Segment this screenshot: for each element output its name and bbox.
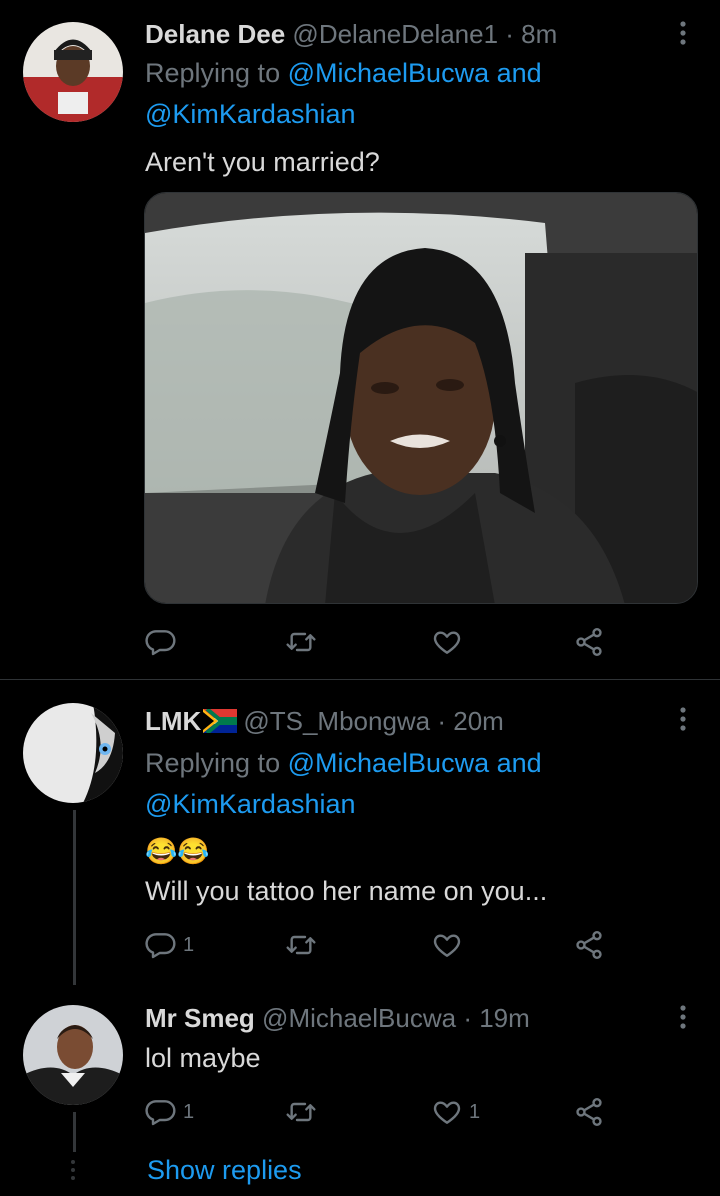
- like-button[interactable]: 1: [431, 1092, 480, 1132]
- more-options-icon[interactable]: [673, 1002, 693, 1032]
- timestamp[interactable]: · 19m: [463, 1003, 529, 1033]
- retweet-button[interactable]: [285, 925, 323, 965]
- tweet-header: LMK @TS_Mbongwa · 20m: [145, 704, 504, 738]
- tweet-divider: [0, 679, 720, 680]
- mention-link[interactable]: @KimKardashian: [145, 99, 356, 129]
- share-icon: [576, 628, 602, 656]
- south-africa-flag-icon: [203, 709, 238, 733]
- like-count: 1: [469, 1100, 481, 1123]
- tweet-actions: 1 1: [145, 1092, 620, 1132]
- reply-count: 1: [183, 1100, 195, 1123]
- reply-icon: [145, 630, 176, 656]
- show-replies-link[interactable]: Show replies: [147, 1152, 302, 1188]
- heart-icon: [433, 1101, 461, 1124]
- replying-prefix: Replying to: [145, 58, 288, 88]
- thread-line: [73, 1112, 76, 1152]
- retweet-icon: [286, 1102, 316, 1122]
- share-button[interactable]: [573, 925, 605, 965]
- heart-icon: [433, 934, 461, 957]
- reply-count: 1: [183, 933, 195, 956]
- emoji-text: 😂😂: [145, 836, 210, 866]
- share-button[interactable]: [573, 1092, 605, 1132]
- avatar[interactable]: [23, 1005, 123, 1105]
- like-button[interactable]: [431, 622, 469, 662]
- replying-prefix: Replying to: [145, 748, 288, 778]
- retweet-button[interactable]: [285, 622, 323, 662]
- tweet-media[interactable]: [144, 192, 698, 604]
- avatar-image: [23, 1005, 123, 1105]
- tweet-header: Mr Smeg @MichaelBucwa · 19m: [145, 1001, 530, 1035]
- reply-icon: [145, 933, 176, 959]
- tweet-text: Will you tattoo her name on you...: [145, 876, 548, 906]
- display-name[interactable]: Delane Dee: [145, 19, 285, 49]
- timestamp[interactable]: · 8m: [505, 19, 557, 49]
- avatar[interactable]: [23, 22, 123, 122]
- and-text: and: [489, 58, 542, 88]
- reply-icon: [145, 1100, 176, 1126]
- reply-button[interactable]: 1: [145, 1092, 194, 1132]
- thread-dots-icon: [71, 1160, 75, 1180]
- tweet-text: lol maybe: [145, 1043, 261, 1073]
- mention-link[interactable]: @MichaelBucwa: [288, 58, 490, 88]
- heart-icon: [433, 631, 461, 654]
- share-icon: [576, 931, 602, 959]
- retweet-icon: [286, 935, 316, 955]
- media-image: [145, 193, 697, 603]
- thread-line: [73, 810, 76, 985]
- share-icon: [576, 1098, 602, 1126]
- display-name[interactable]: LMK: [145, 706, 201, 736]
- handle[interactable]: @MichaelBucwa: [262, 1003, 456, 1033]
- tweet-text: Aren't you married?: [145, 147, 380, 177]
- handle[interactable]: @TS_Mbongwa: [243, 706, 430, 736]
- more-options-icon[interactable]: [673, 18, 693, 48]
- reply-button[interactable]: 1: [145, 925, 194, 965]
- retweet-icon: [286, 632, 316, 652]
- like-button[interactable]: [431, 925, 469, 965]
- tweet-header: Delane Dee @DelaneDelane1 · 8m: [145, 17, 557, 51]
- tweet-actions: 1: [145, 925, 620, 965]
- replying-to: Replying to @MichaelBucwa and @KimKardash…: [145, 743, 665, 825]
- retweet-button[interactable]: [285, 1092, 323, 1132]
- tweet-actions: [145, 622, 620, 662]
- avatar[interactable]: [23, 703, 123, 803]
- mention-link[interactable]: @MichaelBucwa: [288, 748, 490, 778]
- display-name[interactable]: Mr Smeg: [145, 1003, 255, 1033]
- more-options-icon[interactable]: [673, 704, 693, 734]
- handle[interactable]: @DelaneDelane1: [292, 19, 498, 49]
- reply-button[interactable]: [145, 622, 183, 662]
- share-button[interactable]: [573, 622, 605, 662]
- mention-link[interactable]: @KimKardashian: [145, 789, 356, 819]
- timestamp[interactable]: · 20m: [437, 706, 503, 736]
- and-text: and: [489, 748, 542, 778]
- replying-to: Replying to @MichaelBucwa and @KimKardash…: [145, 53, 665, 135]
- avatar-image: [23, 22, 123, 122]
- avatar-image: [23, 703, 123, 803]
